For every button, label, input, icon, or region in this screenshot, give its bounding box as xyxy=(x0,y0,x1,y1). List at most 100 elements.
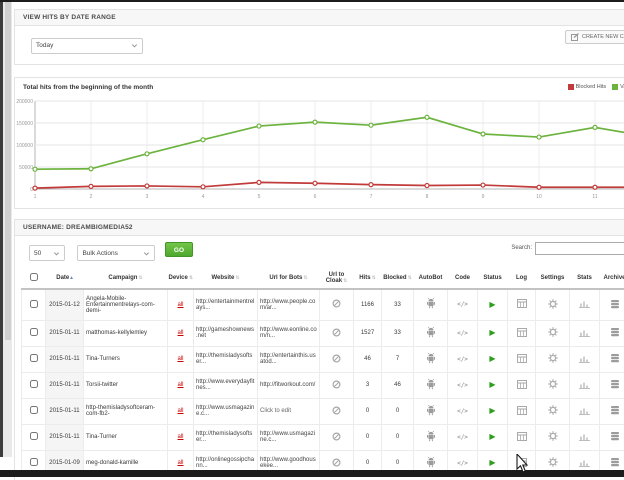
device-link[interactable]: all xyxy=(177,408,183,414)
log-icon[interactable] xyxy=(517,406,527,415)
status-play-icon[interactable]: ▶ xyxy=(489,432,495,441)
gear-icon[interactable] xyxy=(548,299,558,309)
log-icon[interactable] xyxy=(517,380,527,389)
row-checkbox[interactable] xyxy=(30,432,38,440)
select-all-checkbox[interactable] xyxy=(30,273,38,281)
column-header-campaign[interactable]: Campaign⇅ xyxy=(84,268,168,289)
bar-chart-icon[interactable] xyxy=(579,380,590,389)
device-link[interactable]: all xyxy=(177,434,183,440)
gear-icon[interactable] xyxy=(548,405,558,415)
cloak-disabled-icon[interactable] xyxy=(332,406,341,415)
row-checkbox[interactable] xyxy=(30,300,38,308)
code-icon[interactable]: </> xyxy=(457,382,468,389)
go-button[interactable]: GO xyxy=(165,242,193,257)
archive-icon[interactable] xyxy=(610,299,620,309)
row-checkbox[interactable] xyxy=(30,354,38,362)
archive-icon[interactable] xyxy=(610,327,620,337)
cloak-disabled-icon[interactable] xyxy=(332,380,341,389)
search-input[interactable] xyxy=(535,242,624,255)
sort-icon: ⇅ xyxy=(303,275,307,281)
android-icon[interactable] xyxy=(426,379,436,390)
row-checkbox-cell xyxy=(22,424,46,450)
website-url: http://www.usmagazine.c... xyxy=(196,405,254,417)
device-link[interactable]: all xyxy=(177,382,183,388)
bulk-actions-select[interactable]: Bulk Actions xyxy=(77,245,155,261)
bar-chart-icon[interactable] xyxy=(579,432,590,441)
blocked-cell: 7 xyxy=(382,346,414,372)
android-icon[interactable] xyxy=(426,298,436,309)
left-scrollbar[interactable] xyxy=(0,0,12,457)
date-range-select[interactable]: Today xyxy=(31,38,143,54)
status-play-icon[interactable]: ▶ xyxy=(489,300,495,309)
column-header-blocked[interactable]: Blocked⇅ xyxy=(382,268,414,289)
android-icon[interactable] xyxy=(426,405,436,416)
status-play-icon[interactable]: ▶ xyxy=(489,458,495,467)
log-icon[interactable] xyxy=(517,354,527,363)
code-icon[interactable]: </> xyxy=(457,330,468,337)
cloak-disabled-icon[interactable] xyxy=(332,458,341,467)
row-checkbox[interactable] xyxy=(30,380,38,388)
code-icon[interactable]: </> xyxy=(457,356,468,363)
page-size-select[interactable]: 50 xyxy=(29,245,65,261)
column-header-date[interactable]: Date▴ xyxy=(46,268,84,289)
archive-icon[interactable] xyxy=(610,457,620,467)
log-icon[interactable] xyxy=(517,328,527,337)
device-link[interactable]: all xyxy=(177,302,183,308)
bar-chart-icon[interactable] xyxy=(579,328,590,337)
bar-chart-icon[interactable] xyxy=(579,354,590,363)
gear-icon[interactable] xyxy=(548,379,558,389)
device-link[interactable]: all xyxy=(177,460,183,466)
svg-text:200000: 200000 xyxy=(16,99,33,105)
archive-icon[interactable] xyxy=(610,431,620,441)
autobot-cell xyxy=(414,346,448,372)
log-cell xyxy=(508,424,536,450)
cloak-disabled-icon[interactable] xyxy=(332,328,341,337)
android-icon[interactable] xyxy=(426,431,436,442)
android-icon[interactable] xyxy=(426,353,436,364)
column-header-url_for_bots[interactable]: Url for Bots⇅ xyxy=(258,268,320,289)
row-checkbox[interactable] xyxy=(30,406,38,414)
bots-url: http://www.people.com/ar... xyxy=(260,299,315,311)
status-play-icon[interactable]: ▶ xyxy=(489,406,495,415)
row-checkbox[interactable] xyxy=(30,458,38,466)
archive-icon[interactable] xyxy=(610,353,620,363)
gear-icon[interactable] xyxy=(548,353,558,363)
create-campaign-button[interactable]: CREATE NEW CAMPAIGN xyxy=(565,30,624,44)
cloak-disabled-icon[interactable] xyxy=(332,299,341,308)
code-icon[interactable]: </> xyxy=(457,434,468,441)
status-play-icon[interactable]: ▶ xyxy=(489,354,495,363)
code-icon[interactable]: </> xyxy=(457,408,468,415)
cloak-disabled-icon[interactable] xyxy=(332,354,341,363)
gear-icon[interactable] xyxy=(548,431,558,441)
status-play-icon[interactable]: ▶ xyxy=(489,380,495,389)
bar-chart-icon[interactable] xyxy=(579,299,590,308)
website-cell: http://www.usmagazine.c... xyxy=(194,398,258,424)
android-icon[interactable] xyxy=(426,327,436,338)
column-header-device[interactable]: Device⇅ xyxy=(168,268,194,289)
log-icon[interactable] xyxy=(517,432,527,441)
code-icon[interactable]: </> xyxy=(457,301,468,308)
log-cell xyxy=(508,398,536,424)
device-link[interactable]: all xyxy=(177,356,183,362)
archive-icon[interactable] xyxy=(610,405,620,415)
android-icon[interactable] xyxy=(426,457,436,468)
gear-icon[interactable] xyxy=(548,457,558,467)
column-header-hits[interactable]: Hits⇅ xyxy=(354,268,382,289)
device-link[interactable]: all xyxy=(177,330,183,336)
column-header-url_to_cloak[interactable]: Url to Cloak⇅ xyxy=(320,268,354,289)
bar-chart-icon[interactable] xyxy=(579,458,590,467)
archive-icon[interactable] xyxy=(610,379,620,389)
status-play-icon[interactable]: ▶ xyxy=(489,328,495,337)
scrollbar-thumb[interactable] xyxy=(5,2,11,340)
row-checkbox[interactable] xyxy=(30,328,38,336)
sort-icon: ⇅ xyxy=(408,275,412,281)
click-to-edit-link[interactable]: Click to edit xyxy=(260,408,291,414)
code-icon[interactable]: </> xyxy=(457,460,468,467)
bar-chart-icon[interactable] xyxy=(579,406,590,415)
column-header-website[interactable]: Website⇅ xyxy=(194,268,258,289)
cloak-disabled-icon[interactable] xyxy=(332,432,341,441)
svg-text:9: 9 xyxy=(482,194,485,200)
stats-cell xyxy=(570,320,600,346)
log-icon[interactable] xyxy=(517,299,527,308)
gear-icon[interactable] xyxy=(548,327,558,337)
